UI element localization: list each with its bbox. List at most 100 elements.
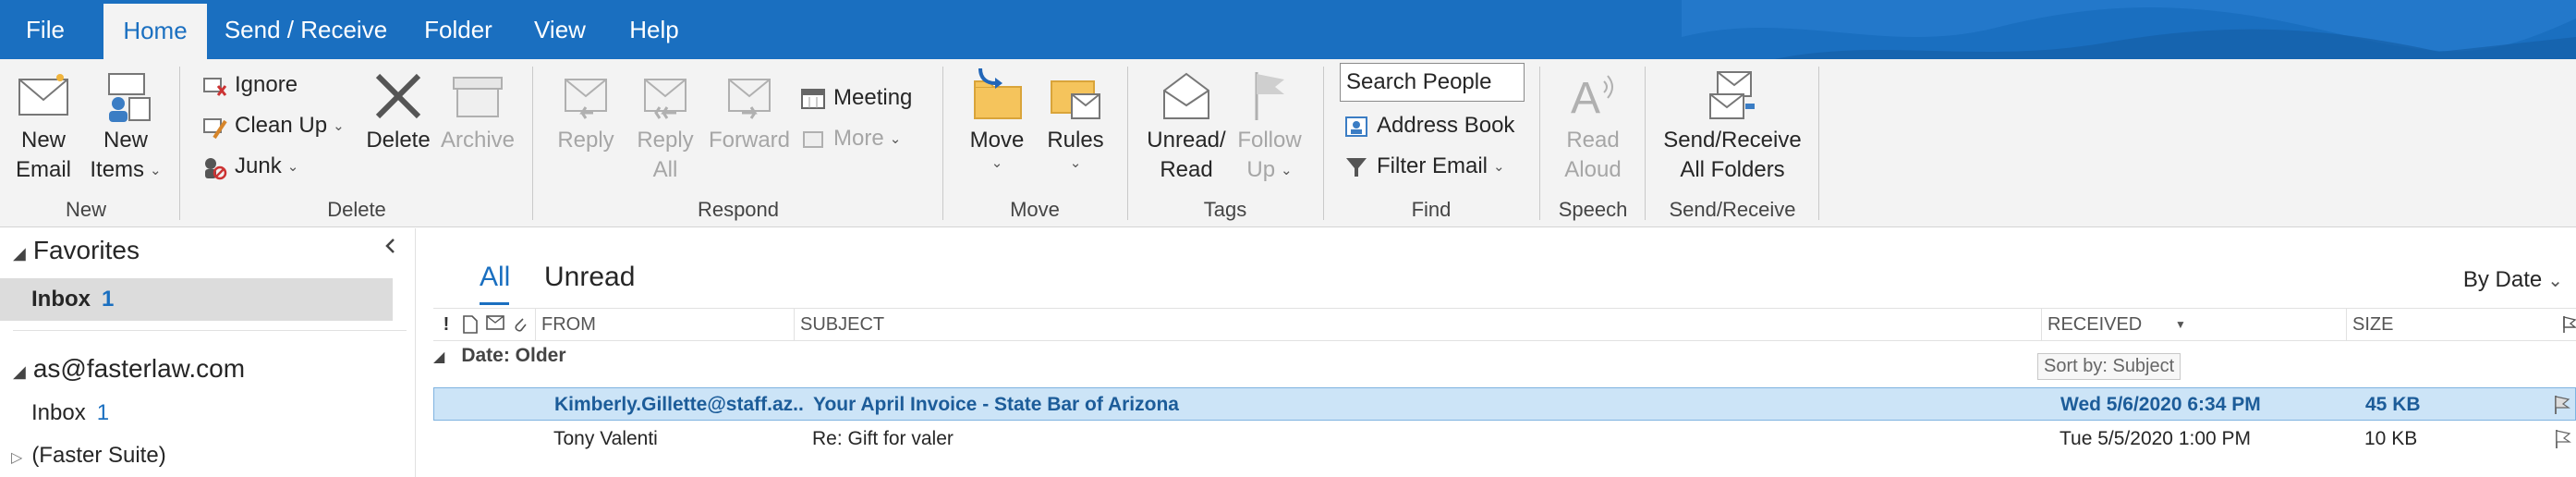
- reminder-icon[interactable]: [485, 312, 507, 344]
- filter-tab-all[interactable]: All: [480, 262, 510, 293]
- new-email-icon: [18, 74, 68, 116]
- ignore-button[interactable]: Ignore: [201, 67, 298, 104]
- column-subject[interactable]: SUBJECT: [794, 309, 2041, 340]
- faster-suite-folder[interactable]: ▷ (Faster Suite): [11, 443, 166, 469]
- junk-label: Junk: [235, 153, 282, 178]
- group-label-new: New: [65, 198, 106, 221]
- column-size[interactable]: SIZE: [2346, 309, 2512, 340]
- inbox-folder[interactable]: Inbox 1: [31, 400, 109, 426]
- tab-folder[interactable]: Folder: [410, 0, 506, 59]
- flag-icon[interactable]: [2551, 394, 2571, 416]
- svg-text:A: A: [1571, 74, 1600, 123]
- attachment-icon[interactable]: [511, 314, 529, 346]
- active-tab-indicator: [480, 302, 509, 305]
- more-button[interactable]: More ⌄: [800, 120, 901, 157]
- row-subject: Your April Invoice - State Bar of Arizon…: [813, 394, 1179, 415]
- address-book-button[interactable]: Address Book: [1343, 107, 1514, 144]
- ribbon-divider: [532, 67, 533, 220]
- tab-help[interactable]: Help: [614, 0, 695, 59]
- filter-tab-unread[interactable]: Unread: [544, 262, 635, 293]
- delete-button[interactable]: Delete: [362, 67, 434, 155]
- flag-icon[interactable]: [2552, 428, 2572, 450]
- forward-button[interactable]: Forward: [706, 67, 793, 155]
- collapse-pane-icon[interactable]: [381, 236, 401, 256]
- column-received-label: RECEIVED: [2047, 314, 2143, 335]
- delete-label: Delete: [366, 128, 431, 153]
- reply-all-button[interactable]: Reply All: [628, 67, 702, 185]
- group-label-tags: Tags: [1203, 198, 1247, 221]
- read-aloud-button[interactable]: A Read Aloud: [1547, 67, 1639, 185]
- favorites-header[interactable]: ◢ Favorites: [13, 236, 140, 265]
- new-items-label-2: Items: [90, 157, 145, 182]
- send-receive-label-2: All Folders: [1680, 157, 1785, 182]
- rules-button[interactable]: Rules ⌄: [1039, 67, 1112, 172]
- reply-button[interactable]: Reply: [549, 67, 623, 155]
- document-icon[interactable]: [459, 314, 480, 346]
- follow-up-label-2: Up: [1246, 157, 1276, 182]
- chevron-down-icon: ⌄: [150, 162, 162, 178]
- table-row[interactable]: Tony Valenti Re: Gift for valer Tue 5/5/…: [433, 422, 2576, 456]
- unread-read-label-1: Unread/: [1147, 128, 1226, 153]
- archive-icon: [453, 77, 503, 117]
- tab-send-receive[interactable]: Send / Receive: [218, 0, 394, 59]
- favorites-label: Favorites: [32, 236, 140, 264]
- ribbon-divider: [179, 67, 180, 220]
- new-email-button[interactable]: New Email: [6, 67, 81, 185]
- chevron-down-icon: ⌄: [1493, 158, 1505, 175]
- clean-up-label: Clean Up: [235, 113, 328, 138]
- sort-tooltip: Sort by: Subject: [2037, 353, 2181, 380]
- favorites-inbox-count: 1: [102, 287, 115, 312]
- inbox-label: Inbox: [31, 400, 86, 425]
- faster-suite-label: (Faster Suite): [31, 443, 166, 468]
- rules-label: Rules: [1047, 128, 1104, 153]
- archive-button[interactable]: Archive: [438, 67, 517, 155]
- group-label-move: Move: [1010, 198, 1060, 221]
- meeting-button[interactable]: Meeting: [800, 80, 912, 116]
- filter-email-button[interactable]: Filter Email ⌄: [1343, 148, 1505, 185]
- importance-icon[interactable]: !: [433, 309, 459, 340]
- new-items-button[interactable]: New Items ⌄: [85, 67, 166, 186]
- archive-label: Archive: [440, 128, 516, 153]
- collapse-triangle-icon: ◢: [13, 244, 26, 263]
- ribbon-divider: [1645, 67, 1646, 220]
- unread-read-button[interactable]: Unread/ Read: [1140, 67, 1233, 185]
- search-people-input[interactable]: [1340, 63, 1525, 102]
- chevron-down-icon: ⌄: [1281, 162, 1293, 178]
- reply-all-label-1: Reply: [637, 128, 694, 153]
- follow-up-label-1: Follow: [1237, 128, 1302, 153]
- move-button[interactable]: Move ⌄: [957, 67, 1037, 172]
- group-label-send-receive: Send/Receive: [1669, 198, 1796, 221]
- send-receive-all-button[interactable]: Send/Receive All Folders: [1654, 67, 1811, 185]
- new-items-label-1: New: [103, 128, 148, 153]
- header-decoration: [1682, 0, 2576, 59]
- tab-file[interactable]: File: [0, 0, 91, 59]
- ribbon-divider: [1127, 67, 1128, 220]
- message-list: All Unread By Date ⌄ ! FROM SUBJECT RECEI…: [417, 228, 2576, 477]
- sort-dropdown[interactable]: By Date ⌄: [2463, 267, 2563, 293]
- chevron-down-icon: ⌄: [286, 158, 299, 175]
- column-received[interactable]: RECEIVED ▼: [2041, 309, 2346, 340]
- reply-icon: [565, 79, 607, 119]
- junk-icon: [205, 157, 227, 179]
- tab-view[interactable]: View: [523, 0, 597, 59]
- account-header[interactable]: ◢ as@fasterlaw.com: [13, 354, 245, 384]
- sort-label: By Date: [2462, 267, 2543, 292]
- tab-home[interactable]: Home: [103, 4, 207, 59]
- follow-up-button[interactable]: Follow Up ⌄: [1233, 67, 1306, 186]
- new-email-label-2: Email: [15, 157, 71, 182]
- junk-button[interactable]: Junk ⌄: [201, 148, 298, 185]
- group-header-older[interactable]: ◢ Date: Older: [433, 345, 566, 367]
- column-headers: ! FROM SUBJECT RECEIVED ▼ SIZE: [433, 308, 2576, 341]
- filter-icon: [1346, 157, 1367, 177]
- account-label: as@fasterlaw.com: [32, 354, 246, 383]
- menu-bar: File Home Send / Receive Folder View Hel…: [0, 0, 2576, 59]
- favorites-inbox[interactable]: Inbox 1: [0, 278, 393, 321]
- table-row[interactable]: Kimberly.Gillette@staff.az... Your April…: [433, 387, 2576, 421]
- chevron-down-icon: ⌄: [333, 117, 345, 134]
- chevron-down-icon: ⌄: [2547, 271, 2563, 292]
- row-size: 45 KB: [2365, 394, 2421, 415]
- column-from[interactable]: FROM: [535, 309, 794, 340]
- flag-filter-icon[interactable]: [2558, 314, 2576, 335]
- clean-up-button[interactable]: Clean Up ⌄: [201, 107, 345, 144]
- reply-label: Reply: [557, 128, 614, 153]
